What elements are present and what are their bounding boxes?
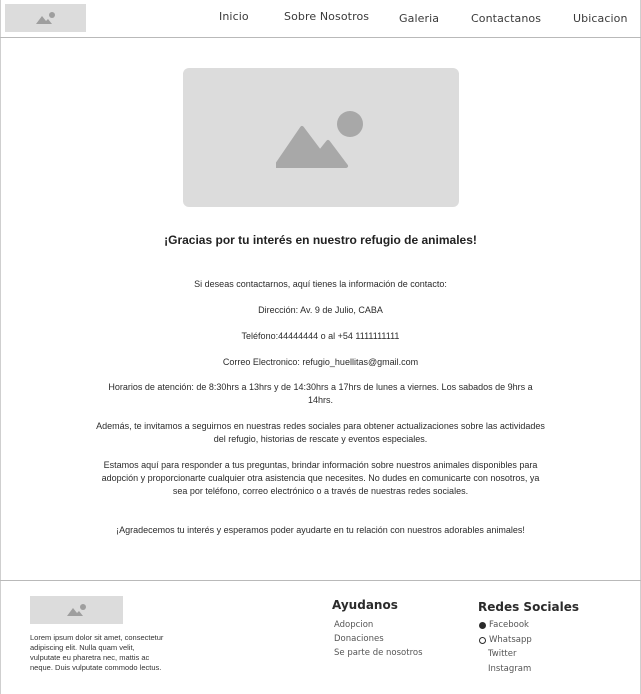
help-text: Estamos aquí para responder a tus pregun… bbox=[101, 460, 540, 496]
whatsapp-label: Whatsapp bbox=[489, 635, 532, 645]
nav-inicio[interactable]: Inicio bbox=[219, 10, 249, 23]
site-footer: Lorem ipsum dolor sit amet, consectetur … bbox=[0, 580, 641, 694]
link-instagram[interactable]: Instagram bbox=[488, 664, 531, 674]
nav-galeria[interactable]: Galeria bbox=[399, 12, 439, 25]
hero-image bbox=[183, 68, 459, 207]
facebook-label: Facebook bbox=[489, 620, 529, 630]
image-placeholder-icon bbox=[35, 12, 55, 24]
image-placeholder-icon bbox=[66, 604, 86, 616]
footer-description: Lorem ipsum dolor sit amet, consectetur … bbox=[30, 633, 164, 672]
link-donaciones[interactable]: Donaciones bbox=[334, 634, 384, 644]
link-facebook[interactable]: Facebook bbox=[479, 620, 529, 630]
contact-hours: Horarios de atención: de 8:30hrs a 13hrs… bbox=[108, 382, 533, 405]
link-se-parte[interactable]: Se parte de nosotros bbox=[334, 648, 423, 658]
link-adopcion[interactable]: Adopcion bbox=[334, 620, 373, 630]
contact-email: Correo Electronico: refugio_huellitas@gm… bbox=[222, 357, 419, 367]
link-whatsapp[interactable]: Whatsapp bbox=[479, 635, 532, 645]
nav-contactanos[interactable]: Contactanos bbox=[471, 12, 541, 25]
header-logo[interactable] bbox=[5, 4, 86, 32]
contact-phone: Teléfono:44444444 o al +54 1111111111 bbox=[241, 331, 400, 341]
social-column-title: Redes Sociales bbox=[478, 600, 580, 614]
contact-intro: Si deseas contactarnos, aquí tienes la i… bbox=[194, 279, 447, 289]
social-invite-text: Además, te invitamos a seguirnos en nues… bbox=[96, 421, 545, 444]
nav-sobre-nosotros[interactable]: Sobre Nosotros bbox=[284, 10, 369, 23]
facebook-icon bbox=[479, 621, 486, 629]
nav-ubicacion[interactable]: Ubicacion bbox=[573, 12, 628, 25]
contact-address: Dirección: Av. 9 de Julio, CABA bbox=[258, 305, 383, 315]
footer-logo[interactable] bbox=[30, 596, 123, 624]
help-column-title: Ayudanos bbox=[332, 598, 398, 612]
whatsapp-icon bbox=[479, 636, 486, 644]
thanks-heading: ¡Gracias por tu interés en nuestro refug… bbox=[164, 233, 477, 247]
closing-text: ¡Agradecemos tu interés y esperamos pode… bbox=[116, 525, 525, 535]
site-header: Inicio Sobre Nosotros Galeria Contactano… bbox=[0, 0, 641, 38]
image-placeholder-icon bbox=[276, 110, 363, 168]
link-twitter[interactable]: Twitter bbox=[488, 649, 517, 659]
